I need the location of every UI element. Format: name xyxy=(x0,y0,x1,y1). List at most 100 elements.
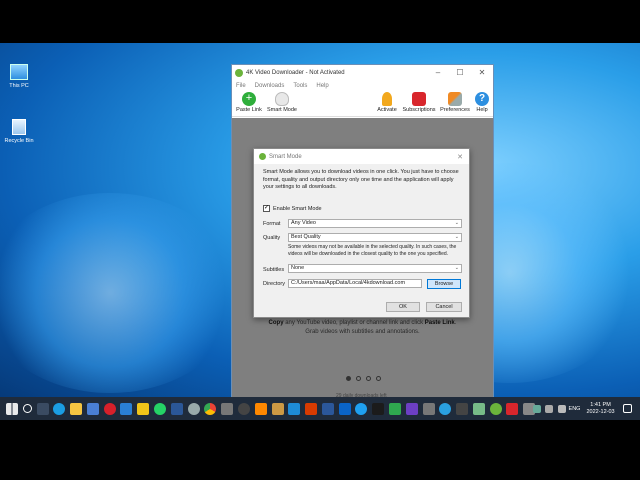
paste-link-button[interactable]: + Paste Link xyxy=(234,92,264,113)
lightbulb-icon xyxy=(275,92,289,106)
cancel-button[interactable]: Cancel xyxy=(426,302,462,312)
help-button[interactable]: ? Help xyxy=(472,92,492,113)
task-view-icon[interactable] xyxy=(36,402,49,415)
desktop-icon-recycle-bin[interactable]: Recycle Bin xyxy=(0,119,39,144)
chrome-icon[interactable] xyxy=(204,402,217,415)
network-icon[interactable] xyxy=(545,404,554,413)
subtitles-label: Subtitles xyxy=(263,267,285,273)
menu-downloads[interactable]: Downloads xyxy=(255,83,285,89)
app-icon[interactable] xyxy=(187,402,200,415)
plus-icon: + xyxy=(242,92,256,106)
dialog-titlebar[interactable]: Smart Mode ✕ xyxy=(254,149,469,164)
key-icon xyxy=(382,92,392,106)
carousel-dot[interactable] xyxy=(366,376,371,381)
menu-tools[interactable]: Tools xyxy=(293,83,307,89)
format-select[interactable]: Any Video ⌄ xyxy=(288,219,462,228)
system-tray: ENG 1:41 PM 2022-12-03 xyxy=(530,397,640,420)
app-titlebar[interactable]: 4K Video Downloader - Not Activated – ☐ … xyxy=(232,65,493,80)
maximize-button[interactable]: ☐ xyxy=(449,68,471,77)
taskbar: ENG 1:41 PM 2022-12-03 xyxy=(0,397,640,420)
ok-button[interactable]: OK xyxy=(386,302,420,312)
4k-downloader-taskbar-icon[interactable] xyxy=(489,402,502,415)
quality-label: Quality xyxy=(263,235,281,241)
carousel-dot[interactable] xyxy=(346,376,351,381)
app-logo-icon xyxy=(235,68,243,77)
word-icon[interactable] xyxy=(321,402,334,415)
tools-icon xyxy=(448,92,462,106)
app-icon[interactable] xyxy=(237,402,250,415)
directory-field[interactable]: C:/Users/maa/AppData/Local/4kdownload.co… xyxy=(288,279,422,288)
app-icon[interactable] xyxy=(338,402,351,415)
close-button[interactable]: ✕ xyxy=(471,68,493,77)
subscriptions-icon xyxy=(412,92,426,106)
app-icon[interactable] xyxy=(221,402,234,415)
help-label: Help xyxy=(476,107,488,113)
activate-label: Activate xyxy=(377,107,397,113)
subscriptions-button[interactable]: Subscriptions xyxy=(401,92,437,113)
desktop-icon-label: This PC xyxy=(9,83,29,89)
enable-smart-mode-label: Enable Smart Mode xyxy=(273,206,322,212)
enable-smart-mode-checkbox[interactable]: ✓ xyxy=(263,205,270,212)
chevron-down-icon: ⌄ xyxy=(454,220,459,226)
app-icon[interactable] xyxy=(388,402,401,415)
smart-mode-button[interactable]: Smart Mode xyxy=(266,92,298,113)
language-indicator[interactable]: ENG xyxy=(569,406,581,412)
telegram-icon[interactable] xyxy=(439,402,452,415)
carousel-dot[interactable] xyxy=(356,376,361,381)
powerpoint-icon[interactable] xyxy=(305,402,318,415)
store-icon[interactable] xyxy=(86,402,99,415)
file-explorer-icon[interactable] xyxy=(70,402,83,415)
recycle-bin-icon xyxy=(12,119,26,135)
browse-button[interactable]: Browse xyxy=(427,279,461,289)
quality-select[interactable]: Best Quality ⌄ xyxy=(288,233,462,242)
notification-icon[interactable] xyxy=(623,404,632,413)
app-icon[interactable] xyxy=(137,402,150,415)
visual-studio-icon[interactable] xyxy=(405,402,418,415)
carousel-dots xyxy=(346,376,381,381)
vlc-icon[interactable] xyxy=(254,402,267,415)
clock[interactable]: 1:41 PM 2022-12-03 xyxy=(586,402,614,416)
app-icon[interactable] xyxy=(472,402,485,415)
smart-mode-label: Smart Mode xyxy=(267,107,297,113)
quality-value: Best Quality xyxy=(291,234,321,240)
subtitles-select[interactable]: None ⌄ xyxy=(288,264,462,273)
question-icon: ? xyxy=(475,92,489,106)
app-icon[interactable] xyxy=(372,402,385,415)
edge-icon[interactable] xyxy=(53,402,66,415)
dialog-close-button[interactable]: ✕ xyxy=(457,153,463,161)
menu-file[interactable]: File xyxy=(236,83,246,89)
start-icon[interactable] xyxy=(6,402,18,415)
subtitles-hint: Grab videos with subtitles and annotatio… xyxy=(305,329,420,335)
app-icon[interactable] xyxy=(271,402,284,415)
search-icon[interactable] xyxy=(22,404,32,413)
desktop-icon-this-pc[interactable]: This PC xyxy=(0,64,39,89)
mail-icon[interactable] xyxy=(288,402,301,415)
hint-copy: Copy xyxy=(268,320,284,326)
app-icon[interactable] xyxy=(355,402,368,415)
menu-help[interactable]: Help xyxy=(316,83,328,89)
app-icon[interactable] xyxy=(456,402,469,415)
dialog-description: Smart Mode allows you to download videos… xyxy=(263,169,459,190)
app-icon[interactable] xyxy=(422,402,435,415)
vscode-icon[interactable] xyxy=(120,402,133,415)
hint-text: any YouTube video, playlist or channel l… xyxy=(283,320,425,326)
paste-link-hint: Copy any YouTube video, playlist or chan… xyxy=(232,320,493,326)
opera-icon[interactable] xyxy=(103,402,116,415)
carousel-dot[interactable] xyxy=(376,376,381,381)
activate-button[interactable]: Activate xyxy=(375,92,399,113)
preferences-label: Preferences xyxy=(440,107,470,113)
app-icon[interactable] xyxy=(170,402,183,415)
whatsapp-icon[interactable] xyxy=(154,402,167,415)
smart-mode-dialog: Smart Mode ✕ Smart Mode allows you to do… xyxy=(253,148,470,318)
preferences-button[interactable]: Preferences xyxy=(439,92,471,113)
subscriptions-label: Subscriptions xyxy=(402,107,436,113)
tray-icon[interactable] xyxy=(532,404,541,413)
app-logo-icon xyxy=(259,153,266,160)
chevron-down-icon: ⌄ xyxy=(454,234,459,240)
paste-link-label: Paste Link xyxy=(236,107,262,113)
volume-icon[interactable] xyxy=(558,404,567,413)
format-label: Format xyxy=(263,221,281,227)
quality-note: Some videos may not be available in the … xyxy=(288,244,457,257)
minimize-button[interactable]: – xyxy=(427,68,449,77)
app-icon[interactable] xyxy=(506,402,519,415)
